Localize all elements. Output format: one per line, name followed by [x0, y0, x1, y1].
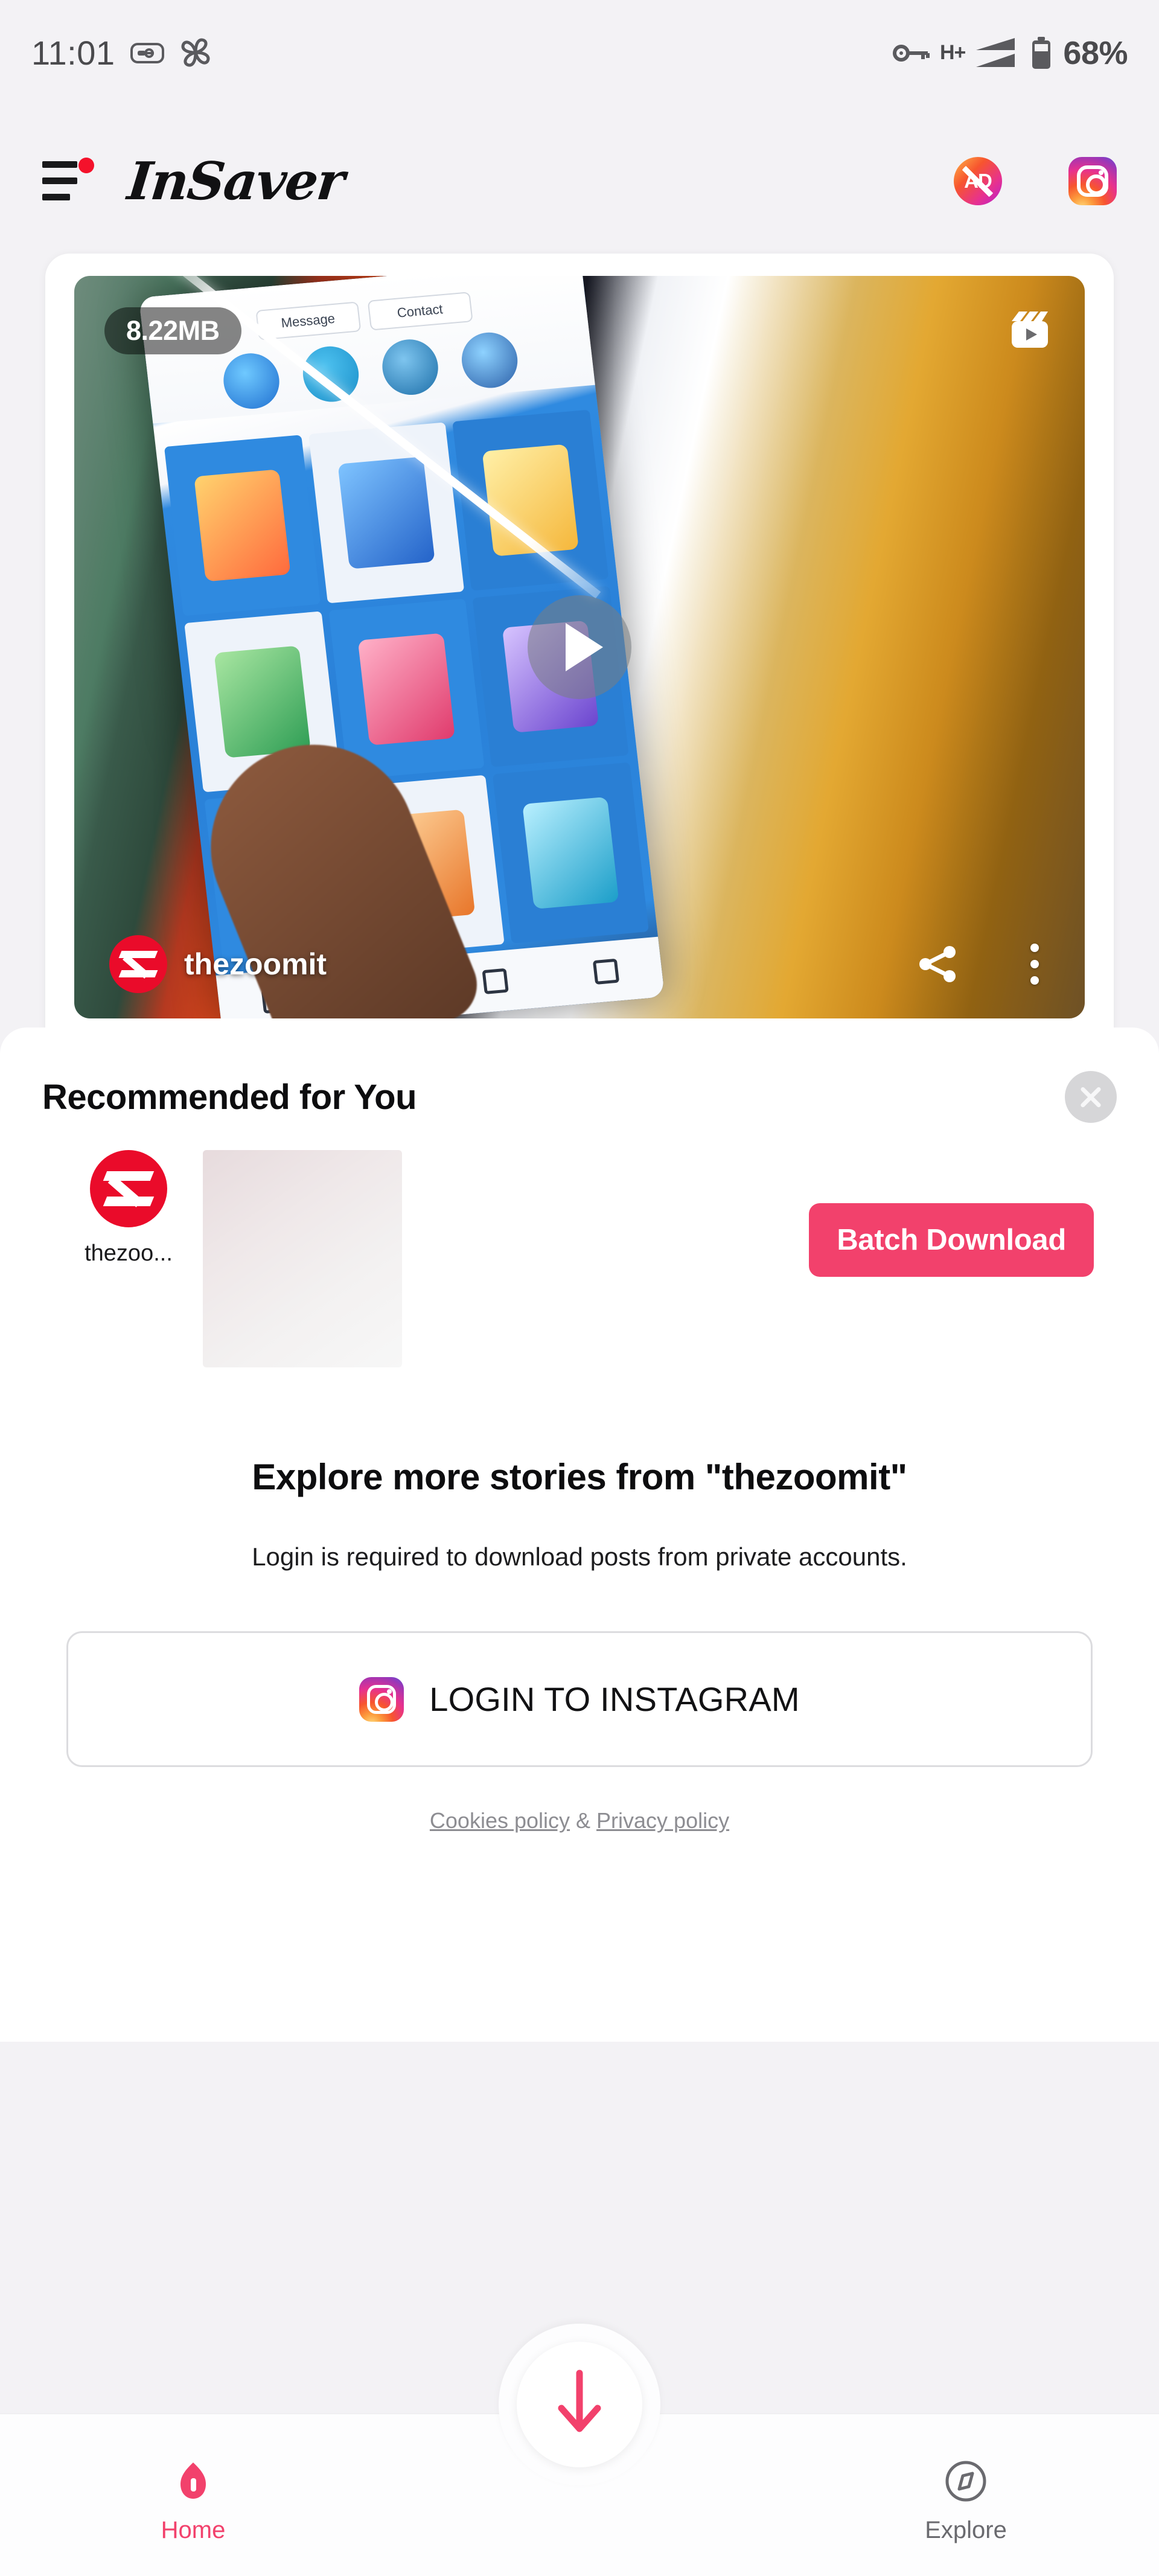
compass-icon — [945, 2461, 986, 2501]
file-size-badge: 8.22MB — [104, 307, 241, 354]
privacy-policy-link[interactable]: Privacy policy — [596, 1808, 729, 1833]
batch-download-button[interactable]: Batch Download — [809, 1203, 1094, 1277]
nav-item-home[interactable]: Home — [0, 2447, 386, 2544]
cookies-policy-link[interactable]: Cookies policy — [430, 1808, 570, 1833]
app-screen: 11:01 H+ 68% InSaver AD Message Contact … — [0, 0, 1159, 2576]
nav-item-explore[interactable]: Explore — [773, 2447, 1159, 2544]
explore-subtitle: Login is required to download posts from… — [252, 1542, 907, 1571]
nav-item-explore-label: Explore — [925, 2516, 1007, 2543]
reels-icon[interactable] — [1006, 306, 1053, 353]
play-icon[interactable] — [528, 595, 631, 699]
story-thumbnail[interactable] — [203, 1150, 402, 1367]
nav-items: Home Explore — [0, 2414, 1159, 2576]
menu-notification-dot — [78, 158, 94, 173]
instagram-icon — [359, 1676, 404, 1722]
media-footer: thezoomit — [74, 910, 1085, 1018]
avatar[interactable] — [109, 935, 167, 993]
share-icon[interactable] — [916, 942, 959, 986]
recommended-row: thezoo... Batch Download — [0, 1150, 1159, 1367]
app-bar: InSaver AD — [0, 139, 1159, 223]
hamburger-menu-icon[interactable] — [42, 158, 97, 203]
highlight-circle — [458, 330, 520, 391]
media-username[interactable]: thezoomit — [184, 947, 327, 982]
menu-line — [42, 161, 77, 168]
zoomit-avatar — [120, 951, 156, 979]
screen-record-icon — [130, 42, 165, 63]
status-bar: 11:01 H+ 68% — [0, 0, 1159, 106]
bottom-navigation: Home Explore — [0, 2324, 1159, 2576]
battery-percent-label: 68% — [1063, 34, 1128, 71]
phone-contact-btn: Contact — [367, 292, 473, 331]
highlight-circle — [220, 351, 283, 411]
signal-bars-icon — [976, 37, 1015, 67]
recommended-account-name: thezoo... — [85, 1241, 173, 1266]
policy-separator: & — [570, 1808, 597, 1833]
vpn-key-icon — [892, 44, 930, 62]
home-icon — [180, 2462, 206, 2499]
more-vertical-icon[interactable] — [1030, 944, 1039, 985]
play-triangle — [566, 623, 603, 671]
login-to-instagram-button[interactable]: LOGIN TO INSTAGRAM — [66, 1631, 1093, 1767]
no-ads-icon[interactable]: AD — [954, 157, 1002, 205]
grid-cell — [164, 435, 321, 616]
instagram-glyph — [367, 1684, 397, 1714]
ad-label: AD — [964, 170, 992, 192]
menu-line — [42, 177, 77, 184]
battery-icon — [1032, 36, 1051, 69]
login-button-label: LOGIN TO INSTAGRAM — [429, 1680, 800, 1718]
zoomit-avatar — [105, 1171, 152, 1207]
nav-item-home-label: Home — [161, 2516, 226, 2543]
explore-title: Explore more stories from "thezoomit" — [252, 1457, 907, 1497]
status-bar-clock: 11:01 — [31, 34, 115, 72]
app-bar-actions: AD — [954, 157, 1117, 205]
network-type-label: H+ — [939, 41, 966, 64]
avatar — [90, 1150, 167, 1227]
grid-cell — [308, 422, 465, 604]
recommended-account[interactable]: thezoo... — [65, 1150, 192, 1267]
close-icon[interactable] — [1065, 1071, 1117, 1123]
instagram-glyph — [1077, 165, 1108, 197]
status-bar-right: H+ 68% — [892, 34, 1128, 72]
media-preview[interactable]: Message Contact 8.22MB thezoomit — [74, 276, 1085, 1018]
sheet-title: Recommended for You — [42, 1077, 417, 1117]
highlight-circle — [379, 337, 441, 397]
media-card: Message Contact 8.22MB thezoomit — [45, 254, 1114, 1032]
close-glyph — [1078, 1084, 1104, 1110]
status-bar-left: 11:01 — [31, 33, 211, 72]
pinwheel-icon — [182, 38, 210, 66]
menu-line — [42, 194, 70, 200]
more-dots — [1030, 944, 1039, 985]
instagram-icon[interactable] — [1068, 157, 1117, 205]
media-actions — [916, 942, 1050, 986]
sheet-header: Recommended for You — [42, 1071, 1117, 1123]
app-logo: InSaver — [124, 150, 346, 212]
policy-links: Cookies policy & Privacy policy — [0, 1808, 1159, 1833]
